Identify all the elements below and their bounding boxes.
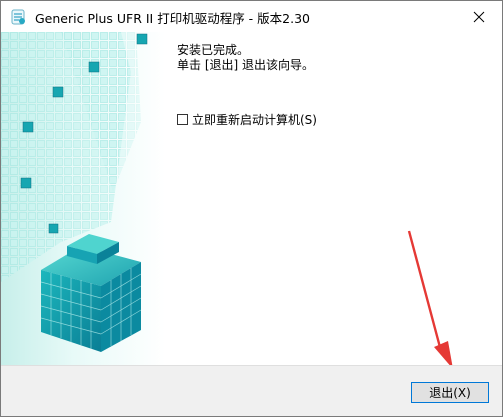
- window-title: Generic Plus UFR II 打印机驱动程序 - 版本2.30: [35, 11, 311, 26]
- installer-window: Generic Plus UFR II 打印机驱动程序 - 版本2.30 安装已…: [0, 0, 503, 417]
- button-bar: 退出(X): [1, 365, 502, 416]
- title-bar: Generic Plus UFR II 打印机驱动程序 - 版本2.30: [1, 1, 502, 32]
- install-complete-text: 安装已完成。: [177, 43, 250, 57]
- restart-now-checkbox[interactable]: [177, 114, 188, 125]
- red-arrow-annotation: [407, 230, 453, 369]
- exit-button[interactable]: 退出(X): [411, 382, 489, 403]
- close-icon: [473, 11, 485, 22]
- completion-message: 安装已完成。 单击 [退出] 退出该向导。: [177, 43, 314, 73]
- exit-instruction-text: 单击 [退出] 退出该向导。: [177, 58, 314, 72]
- close-button[interactable]: [456, 1, 502, 32]
- decorative-cube-artwork: [1, 32, 165, 365]
- restart-now-option[interactable]: 立即重新启动计算机(S): [177, 111, 317, 128]
- printer-driver-icon: [9, 8, 27, 26]
- restart-now-label: 立即重新启动计算机(S): [192, 113, 317, 127]
